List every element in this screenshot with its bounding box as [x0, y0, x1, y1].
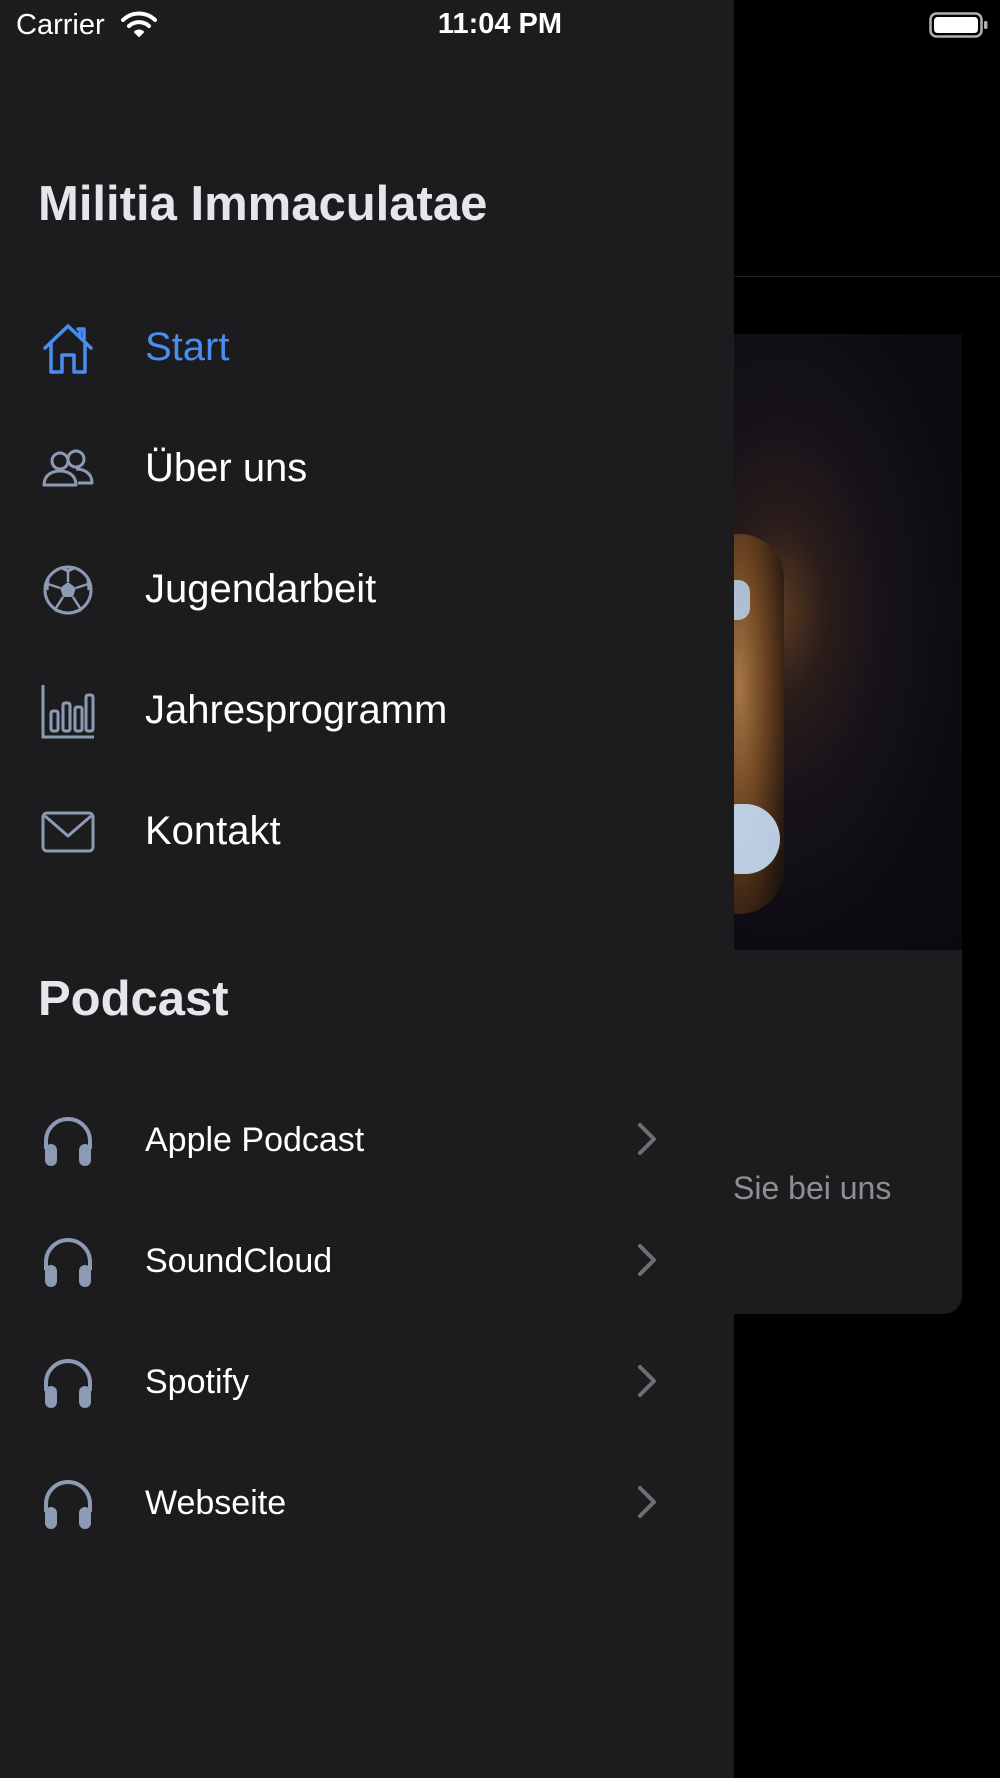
headphones-icon	[44, 1359, 92, 1408]
headphones-icon	[44, 1117, 92, 1166]
menu-title: Militia Immaculatae	[38, 177, 488, 231]
battery-icon	[929, 12, 988, 38]
podcast-item-soundcloud[interactable]: SoundCloud	[0, 1210, 734, 1310]
status-time: 11:04 PM	[437, 8, 563, 40]
chevron-right-icon	[638, 1123, 656, 1155]
headphones-icon	[44, 1480, 92, 1529]
podcast-item-webseite[interactable]: Webseite	[0, 1452, 734, 1552]
nav-item-jugendarbeit[interactable]: Jugendarbeit	[0, 540, 734, 640]
podcast-item-apple-podcast[interactable]: Apple Podcast	[0, 1089, 734, 1189]
status-bar: Carrier 11:04 PM	[0, 0, 1000, 52]
nav-item-ueber-uns[interactable]: Über uns	[0, 419, 734, 519]
home-icon	[43, 324, 93, 374]
nav-item-label: Jahresprogramm	[145, 688, 448, 732]
nav-item-start[interactable]: Start	[0, 298, 734, 398]
podcast-item-label: SoundCloud	[145, 1242, 333, 1280]
people-icon	[42, 449, 94, 487]
nav-item-label: Start	[145, 325, 230, 369]
nav-item-label: Kontakt	[145, 809, 281, 853]
cloud-shape	[734, 580, 750, 620]
podcast-item-label: Apple Podcast	[145, 1121, 365, 1159]
podcast-section-title: Podcast	[38, 972, 229, 1026]
nav-item-label: Jugendarbeit	[145, 567, 377, 611]
chevron-right-icon	[638, 1365, 656, 1397]
nav-item-jahresprogramm[interactable]: Jahresprogramm	[0, 661, 734, 761]
envelope-icon	[41, 811, 95, 853]
nav-item-label: Über uns	[145, 446, 308, 490]
chevron-right-icon	[638, 1486, 656, 1518]
podcast-item-spotify[interactable]: Spotify	[0, 1331, 734, 1431]
podcast-item-label: Spotify	[145, 1363, 249, 1401]
nav-item-kontakt[interactable]: Kontakt	[0, 782, 734, 882]
chevron-right-icon	[638, 1244, 656, 1276]
background-image	[734, 334, 962, 950]
side-menu-drawer: Militia Immaculatae Start Über uns Jugen…	[0, 0, 734, 1778]
podcast-item-label: Webseite	[145, 1484, 287, 1522]
soccer-ball-icon	[43, 565, 93, 615]
headphones-icon	[44, 1238, 92, 1287]
chart-icon	[41, 685, 95, 739]
background-card-text: Sie bei uns	[733, 1170, 892, 1206]
background-card	[734, 950, 962, 1314]
